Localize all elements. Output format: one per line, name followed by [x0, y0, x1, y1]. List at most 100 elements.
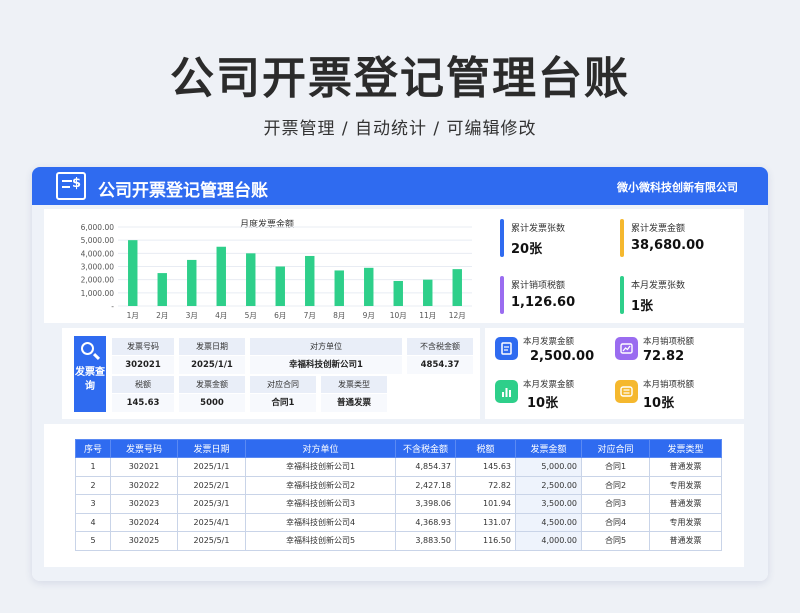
table-cell[interactable]: 5 — [75, 531, 111, 551]
query-invoice-number[interactable]: 302021 — [112, 356, 174, 374]
table-cell[interactable]: 3 — [75, 494, 111, 514]
column-header[interactable]: 不含税金额 — [395, 439, 456, 458]
table-cell[interactable]: 合同4 — [581, 512, 650, 532]
table-cell[interactable]: 幸福科技创新公司1 — [245, 457, 396, 477]
table-cell[interactable]: 4,854.37 — [395, 457, 456, 477]
ledger-card: $ 公司开票登记管理台账 微小微科技创新有限公司 月度发票金额 6,000.00… — [32, 167, 768, 581]
x-tick-label: 8月 — [333, 311, 345, 320]
table-cell[interactable]: 2025/4/1 — [177, 512, 246, 532]
bar-6月[interactable] — [275, 266, 285, 307]
table-cell[interactable]: 302022 — [110, 475, 178, 495]
column-header[interactable]: 发票日期 — [177, 439, 246, 458]
table-cell[interactable]: 302025 — [110, 531, 178, 551]
bar-chart-icon — [495, 380, 518, 403]
table-cell[interactable]: 幸福科技创新公司3 — [245, 494, 396, 514]
chart-panel: 月度发票金额 6,000.00 5,000.00 4,000.00 3,000.00 2… — [44, 209, 490, 323]
bar-5月[interactable] — [246, 253, 256, 306]
column-header[interactable]: 税额 — [455, 439, 516, 458]
table-header-row: 序号 发票号码 发票日期 对方单位 不含税金额 税额 发票金额 对应合同 发票类… — [75, 439, 722, 458]
table-cell[interactable]: 72.82 — [455, 475, 516, 495]
table-row[interactable]: 5 302025 2025/5/1 幸福科技创新公司5 3,883.50 116… — [75, 531, 722, 551]
bar-2月[interactable] — [157, 273, 167, 306]
search-icon — [81, 342, 94, 355]
table-cell[interactable]: 2025/5/1 — [177, 531, 246, 551]
table-row[interactable]: 4 302024 2025/4/1 幸福科技创新公司4 4,368.93 131… — [75, 512, 722, 532]
table-cell[interactable]: 2025/3/1 — [177, 494, 246, 514]
table-cell[interactable]: 101.94 — [455, 494, 516, 514]
bar-9月[interactable] — [364, 267, 374, 306]
bar-3月[interactable] — [187, 259, 197, 306]
table-cell[interactable]: 合同2 — [581, 475, 650, 495]
table-cell[interactable]: 4,500.00 — [515, 512, 582, 532]
table-cell[interactable]: 116.50 — [455, 531, 516, 551]
column-header[interactable]: 发票金额 — [515, 439, 582, 458]
company-name: 微小微科技创新有限公司 — [617, 181, 738, 194]
table-cell[interactable]: 3,883.50 — [395, 531, 456, 551]
table-cell[interactable]: 4 — [75, 512, 111, 532]
query-contract: 合同1 — [250, 394, 316, 412]
trend-icon — [615, 337, 638, 360]
y-tick-label: 2,000.00 — [81, 276, 115, 285]
table-cell[interactable]: 1 — [75, 457, 111, 477]
table-cell[interactable]: 4,368.93 — [395, 512, 456, 532]
invoice-icon: $ — [56, 172, 86, 200]
table-cell[interactable]: 幸福科技创新公司2 — [245, 475, 396, 495]
table-cell[interactable]: 302021 — [110, 457, 178, 477]
table-cell[interactable]: 2,500.00 — [515, 475, 582, 495]
table-cell[interactable]: 302023 — [110, 494, 178, 514]
bar-11月[interactable] — [423, 279, 433, 306]
table-cell[interactable]: 合同3 — [581, 494, 650, 514]
table-cell[interactable]: 幸福科技创新公司4 — [245, 512, 396, 532]
query-badge[interactable]: 发票查询 — [74, 336, 106, 412]
y-tick-label: 6,000.00 — [81, 223, 115, 232]
x-tick-label: 6月 — [274, 311, 286, 320]
y-tick-label: 5,000.00 — [81, 236, 115, 245]
table-cell[interactable]: 2025/1/1 — [177, 457, 246, 477]
column-header[interactable]: 对方单位 — [245, 439, 396, 458]
table-cell[interactable]: 145.63 — [455, 457, 516, 477]
x-tick-label: 1月 — [127, 311, 139, 320]
x-tick-label: 11月 — [419, 311, 436, 320]
bar-7月[interactable] — [305, 255, 315, 306]
table-cell[interactable]: 2,427.18 — [395, 475, 456, 495]
table-cell[interactable]: 3,500.00 — [515, 494, 582, 514]
table-cell[interactable]: 幸福科技创新公司5 — [245, 531, 396, 551]
query-header: 对应合同 — [250, 376, 316, 393]
table-cell[interactable]: 专用发票 — [649, 475, 722, 495]
invoice-table: 序号 发票号码 发票日期 对方单位 不含税金额 税额 发票金额 对应合同 发票类… — [75, 439, 722, 551]
column-header[interactable]: 序号 — [75, 439, 111, 458]
table-cell[interactable]: 4,000.00 — [515, 531, 582, 551]
query-header: 不含税金额 — [407, 338, 473, 355]
bar-4月[interactable] — [216, 246, 226, 306]
table-cell[interactable]: 普通发票 — [649, 494, 722, 514]
bar-10月[interactable] — [393, 280, 403, 306]
table-row[interactable]: 3 302023 2025/3/1 幸福科技创新公司3 3,398.06 101… — [75, 494, 722, 514]
table-cell[interactable]: 合同5 — [581, 531, 650, 551]
table-cell[interactable]: 131.07 — [455, 512, 516, 532]
table-cell[interactable]: 普通发票 — [649, 531, 722, 551]
bar-8月[interactable] — [334, 270, 344, 306]
month-tax-value: 72.82 — [643, 349, 685, 364]
table-cell[interactable]: 2 — [75, 475, 111, 495]
list-icon — [615, 380, 638, 403]
x-tick-label: 4月 — [215, 311, 227, 320]
table-cell[interactable]: 3,398.06 — [395, 494, 456, 514]
table-cell[interactable]: 普通发票 — [649, 457, 722, 477]
table-row[interactable]: 2 302022 2025/2/1 幸福科技创新公司2 2,427.18 72.… — [75, 475, 722, 495]
bar-1月[interactable] — [128, 240, 138, 306]
table-cell[interactable]: 302024 — [110, 512, 178, 532]
table-cell[interactable]: 专用发票 — [649, 512, 722, 532]
document-icon — [495, 337, 518, 360]
table-cell[interactable]: 合同1 — [581, 457, 650, 477]
column-header[interactable]: 对应合同 — [581, 439, 650, 458]
table-cell[interactable]: 5,000.00 — [515, 457, 582, 477]
bar-12月[interactable] — [452, 269, 462, 306]
query-panel: 发票查询 发票号码 发票日期 对方单位 不含税金额 302021 2025/1/… — [62, 328, 480, 419]
query-pretax-amount: 4854.37 — [407, 356, 473, 374]
table-cell[interactable]: 2025/2/1 — [177, 475, 246, 495]
x-tick-label: 3月 — [186, 311, 198, 320]
query-header: 对方单位 — [250, 338, 402, 355]
table-row[interactable]: 1 302021 2025/1/1 幸福科技创新公司1 4,854.37 145… — [75, 457, 722, 477]
column-header[interactable]: 发票类型 — [649, 439, 722, 458]
column-header[interactable]: 发票号码 — [110, 439, 178, 458]
